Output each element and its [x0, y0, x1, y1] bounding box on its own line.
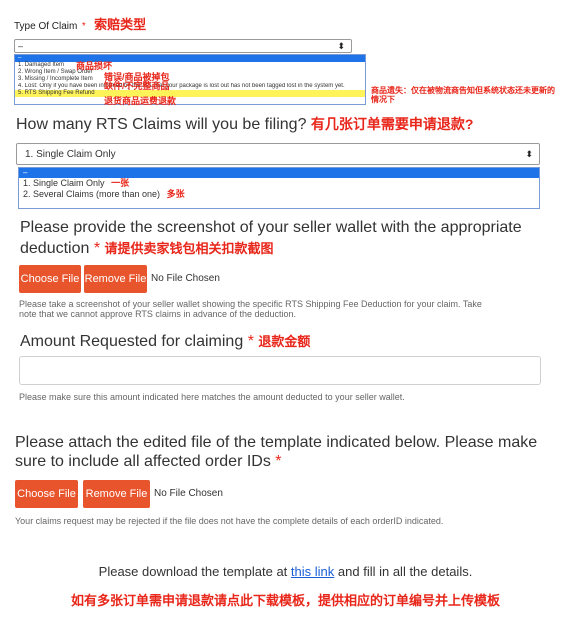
download-annotation: 如有多张订单需申请退款请点此下载模板，提供相应的订单编号并上传模板 [70, 593, 500, 608]
amount-question-row: Amount Requested for claiming * 退款金额 [20, 331, 310, 351]
claim-type-annotation: 索赔类型 [94, 17, 147, 32]
option-label: 2. Several Claims (more than one) [23, 189, 161, 199]
claim-type-option[interactable]: 1. Damaged Item [15, 62, 365, 69]
claim-type-option[interactable]: – [15, 55, 365, 62]
claim-type-option-highlighted[interactable]: 5. RTS Shipping Fee Refund [15, 90, 365, 97]
template-choose-file-button[interactable]: Choose File [15, 480, 78, 508]
claim-type-options-list: – 1. Damaged Item 2. Wrong Item / Swap O… [14, 54, 366, 105]
required-mark: * [275, 453, 282, 470]
chevron-updown-icon: ⬍ [337, 41, 345, 51]
claim-type-selected-value: – [18, 41, 24, 51]
download-text-before: Please download the template at [98, 564, 288, 579]
claim-type-select[interactable]: – ⬍ [14, 39, 352, 53]
wallet-choose-file-button[interactable]: Choose File [19, 265, 81, 293]
amount-question: Amount Requested for claiming [20, 333, 244, 350]
rts-count-selected-value: 1. Single Claim Only [25, 149, 116, 160]
wallet-help-line2: note that we cannot approve RTS claims i… [19, 309, 297, 319]
claim-type-option[interactable]: 2. Wrong Item / Swap Order [15, 69, 365, 76]
claim-type-option[interactable]: 4. Lost: Only if you have been informed … [15, 83, 365, 90]
download-row: Please download the template at this lin… [0, 564, 571, 579]
claim-type-label-row: Type Of Claim * 索赔类型 [14, 14, 146, 34]
option-annotation: 一张 [111, 178, 130, 188]
wallet-help: Please take a screenshot of your seller … [19, 299, 559, 319]
amount-input[interactable] [19, 356, 541, 385]
wallet-question: Please provide the screenshot of your se… [20, 219, 560, 258]
rts-count-options-list: – 1. Single Claim Only 一张 2. Several Cla… [18, 167, 540, 209]
template-question-line2: sure to include all affected order IDs [15, 453, 271, 470]
required-mark: * [81, 21, 86, 32]
wallet-help-line1: Please take a screenshot of your seller … [19, 299, 482, 309]
required-mark: * [93, 240, 101, 257]
template-question: Please attach the edited file of the tem… [15, 434, 560, 471]
rts-count-question: How many RTS Claims will you be filing? [16, 116, 307, 133]
claim-type-option[interactable]: 3. Missing / Incomplete Item [15, 76, 365, 83]
chevron-updown-icon: ⬍ [525, 149, 533, 159]
wallet-question-line1: Please provide the screenshot of your se… [20, 219, 522, 236]
rts-count-select[interactable]: 1. Single Claim Only ⬍ [16, 143, 540, 165]
template-question-line1: Please attach the edited file of the tem… [15, 434, 538, 451]
option-annotation: 退货商品运费退款 [104, 96, 177, 106]
option-label: 1. Single Claim Only [23, 178, 105, 188]
option-annotation: 缺件/不完整商品 [104, 81, 170, 91]
template-file-status: No File Chosen [154, 488, 223, 499]
rts-count-question-row: How many RTS Claims will you be filing? … [16, 114, 473, 134]
wallet-file-status: No File Chosen [151, 273, 220, 284]
amount-annotation: 退款金额 [258, 334, 311, 349]
option-annotation: 多张 [166, 189, 185, 199]
wallet-question-line2: deduction [20, 240, 90, 257]
download-text-after: and fill in all the details. [337, 564, 473, 579]
amount-help: Please make sure this amount indicated h… [19, 392, 405, 402]
option-annotation: 商品遗失：仅在被物流商告知但系统状态还未更新的情况下 [371, 86, 555, 104]
rts-count-option[interactable]: 1. Single Claim Only 一张 [19, 178, 539, 189]
rts-count-option[interactable]: – [19, 168, 539, 178]
template-download-link[interactable]: this link [291, 564, 334, 579]
rts-count-annotation: 有几张订单需要申请退款? [310, 116, 474, 132]
template-help: Your claims request may be rejected if t… [15, 516, 444, 526]
wallet-annotation: 请提供卖家钱包相关扣款截图 [104, 241, 274, 256]
required-mark: * [247, 333, 254, 350]
wallet-remove-file-button[interactable]: Remove File [84, 265, 147, 293]
rts-count-option[interactable]: 2. Several Claims (more than one) 多张 [19, 189, 539, 200]
template-remove-file-button[interactable]: Remove File [83, 480, 150, 508]
claim-type-label: Type Of Claim [14, 21, 78, 32]
